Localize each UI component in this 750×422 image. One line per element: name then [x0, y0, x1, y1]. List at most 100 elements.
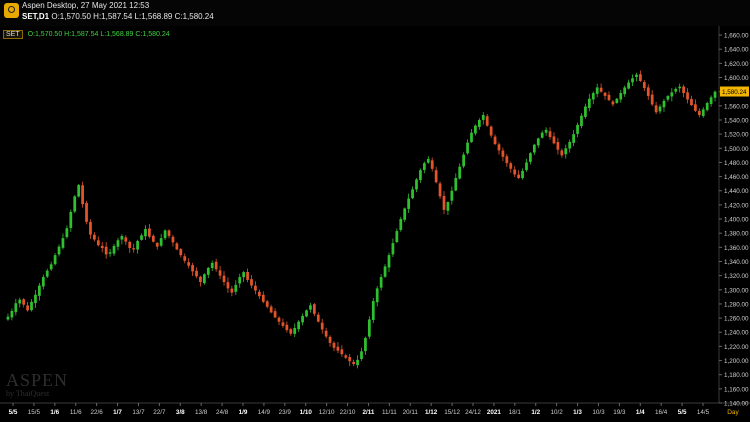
y-tick-label: 1,460.00	[724, 174, 749, 181]
candle-body	[112, 245, 116, 254]
candle-body	[179, 249, 183, 256]
candle-body	[572, 134, 575, 143]
candle-body	[128, 241, 132, 249]
x-tick-label: 23/9	[279, 409, 292, 416]
price-chart[interactable]: 1,140.00 1,160.00 1,180.00 1,200.00 1,220.00…	[0, 26, 750, 422]
candle-body	[415, 179, 418, 190]
x-tick-label: 5/5	[678, 409, 687, 416]
x-tick-label: 1/2	[531, 409, 540, 416]
candle-body	[293, 328, 297, 334]
candle-body	[548, 131, 552, 137]
candle-body	[167, 230, 171, 237]
candle-body	[348, 357, 352, 362]
candle-body	[670, 92, 674, 97]
candle-body	[458, 166, 462, 179]
candle-body	[301, 315, 304, 323]
candle-body	[481, 115, 485, 120]
candle-body	[474, 125, 477, 134]
candle-body	[713, 91, 717, 98]
candle-body	[38, 285, 41, 296]
candle-body	[521, 170, 524, 179]
candle-body	[340, 349, 344, 355]
ohlc-values: O:1,570.50 H:1,587.54 L:1,568.89 C:1,580…	[51, 12, 214, 21]
y-tick-label: 1,420.00	[724, 202, 749, 209]
candle-body	[10, 311, 14, 318]
candle-body	[171, 236, 175, 243]
candle-body	[529, 153, 532, 162]
candle-body	[151, 235, 155, 242]
candle-body	[694, 104, 697, 111]
candle-body	[344, 355, 348, 358]
candle-body	[532, 144, 536, 153]
candle-body	[540, 132, 544, 138]
candle-body	[383, 266, 387, 277]
candle-body	[587, 98, 591, 108]
candle-body	[210, 262, 214, 269]
x-tick-label: 22/6	[91, 409, 104, 416]
candle-body	[195, 270, 198, 277]
y-tick-label: 1,640.00	[724, 47, 749, 54]
period-label[interactable]: Day	[727, 409, 739, 416]
x-tick-label: 1/4	[636, 409, 645, 416]
x-tick-label: 20/11	[403, 409, 419, 416]
candle-body	[289, 329, 293, 334]
candle-body	[324, 330, 328, 337]
candle-body	[273, 311, 277, 318]
x-tick-label: 24/12	[465, 409, 481, 416]
candle-body	[104, 246, 108, 255]
candle-body	[238, 277, 242, 284]
candle-body	[265, 301, 269, 307]
candle-body	[360, 351, 363, 360]
candle-body	[635, 74, 638, 77]
candle-body	[77, 185, 81, 197]
x-tick-label: 19/3	[613, 409, 626, 416]
candle-body	[53, 255, 57, 265]
candle-body	[395, 231, 399, 243]
candle-body	[73, 196, 77, 212]
candle-body	[69, 211, 73, 228]
candle-body	[595, 87, 599, 94]
candle-body	[22, 299, 26, 305]
candle-body	[631, 78, 634, 83]
aspen-app-icon	[4, 3, 19, 18]
candle-body	[116, 240, 120, 247]
candle-body	[163, 230, 167, 239]
candle-body	[682, 86, 685, 94]
y-tick-label: 1,320.00	[724, 273, 749, 280]
x-tick-label: 11/11	[382, 409, 397, 416]
candle-body	[599, 87, 603, 92]
candle-body	[639, 74, 642, 82]
candle-body	[96, 240, 100, 246]
x-tick-label: 1/10	[300, 409, 313, 416]
candle-body	[556, 142, 560, 150]
candle-body	[371, 301, 375, 320]
candle-body	[650, 94, 654, 105]
x-tick-label: 1/12	[425, 409, 438, 416]
candle-body	[81, 185, 84, 205]
candle-body	[517, 174, 521, 178]
candle-body	[367, 319, 371, 337]
candle-body	[662, 100, 666, 108]
candle-body	[709, 97, 713, 104]
candle-body	[477, 119, 481, 127]
candle-body	[607, 94, 611, 101]
candle-body	[442, 195, 446, 210]
candle-body	[576, 124, 579, 134]
candle-body	[438, 183, 442, 197]
symbol-ohlc-line: SET,D1 O:1,570.50 H:1,587.54 L:1,568.89 …	[22, 12, 214, 21]
candle-body	[536, 138, 540, 146]
candle-body	[446, 202, 450, 211]
candle-body	[89, 221, 92, 235]
candle-body	[202, 274, 206, 284]
y-tick-label: 1,620.00	[724, 61, 749, 68]
candle-body	[261, 294, 265, 302]
title-bar: Aspen Desktop, 27 May 2021 12:53 SET,D1 …	[0, 0, 750, 26]
x-tick-label: 1/9	[239, 409, 248, 416]
candle-body	[132, 248, 136, 250]
candle-body	[580, 115, 583, 127]
candle-body	[403, 208, 407, 220]
y-tick-label: 1,260.00	[724, 316, 749, 323]
candle-body	[257, 291, 261, 297]
candle-body	[666, 95, 670, 100]
candle-body	[658, 106, 662, 112]
